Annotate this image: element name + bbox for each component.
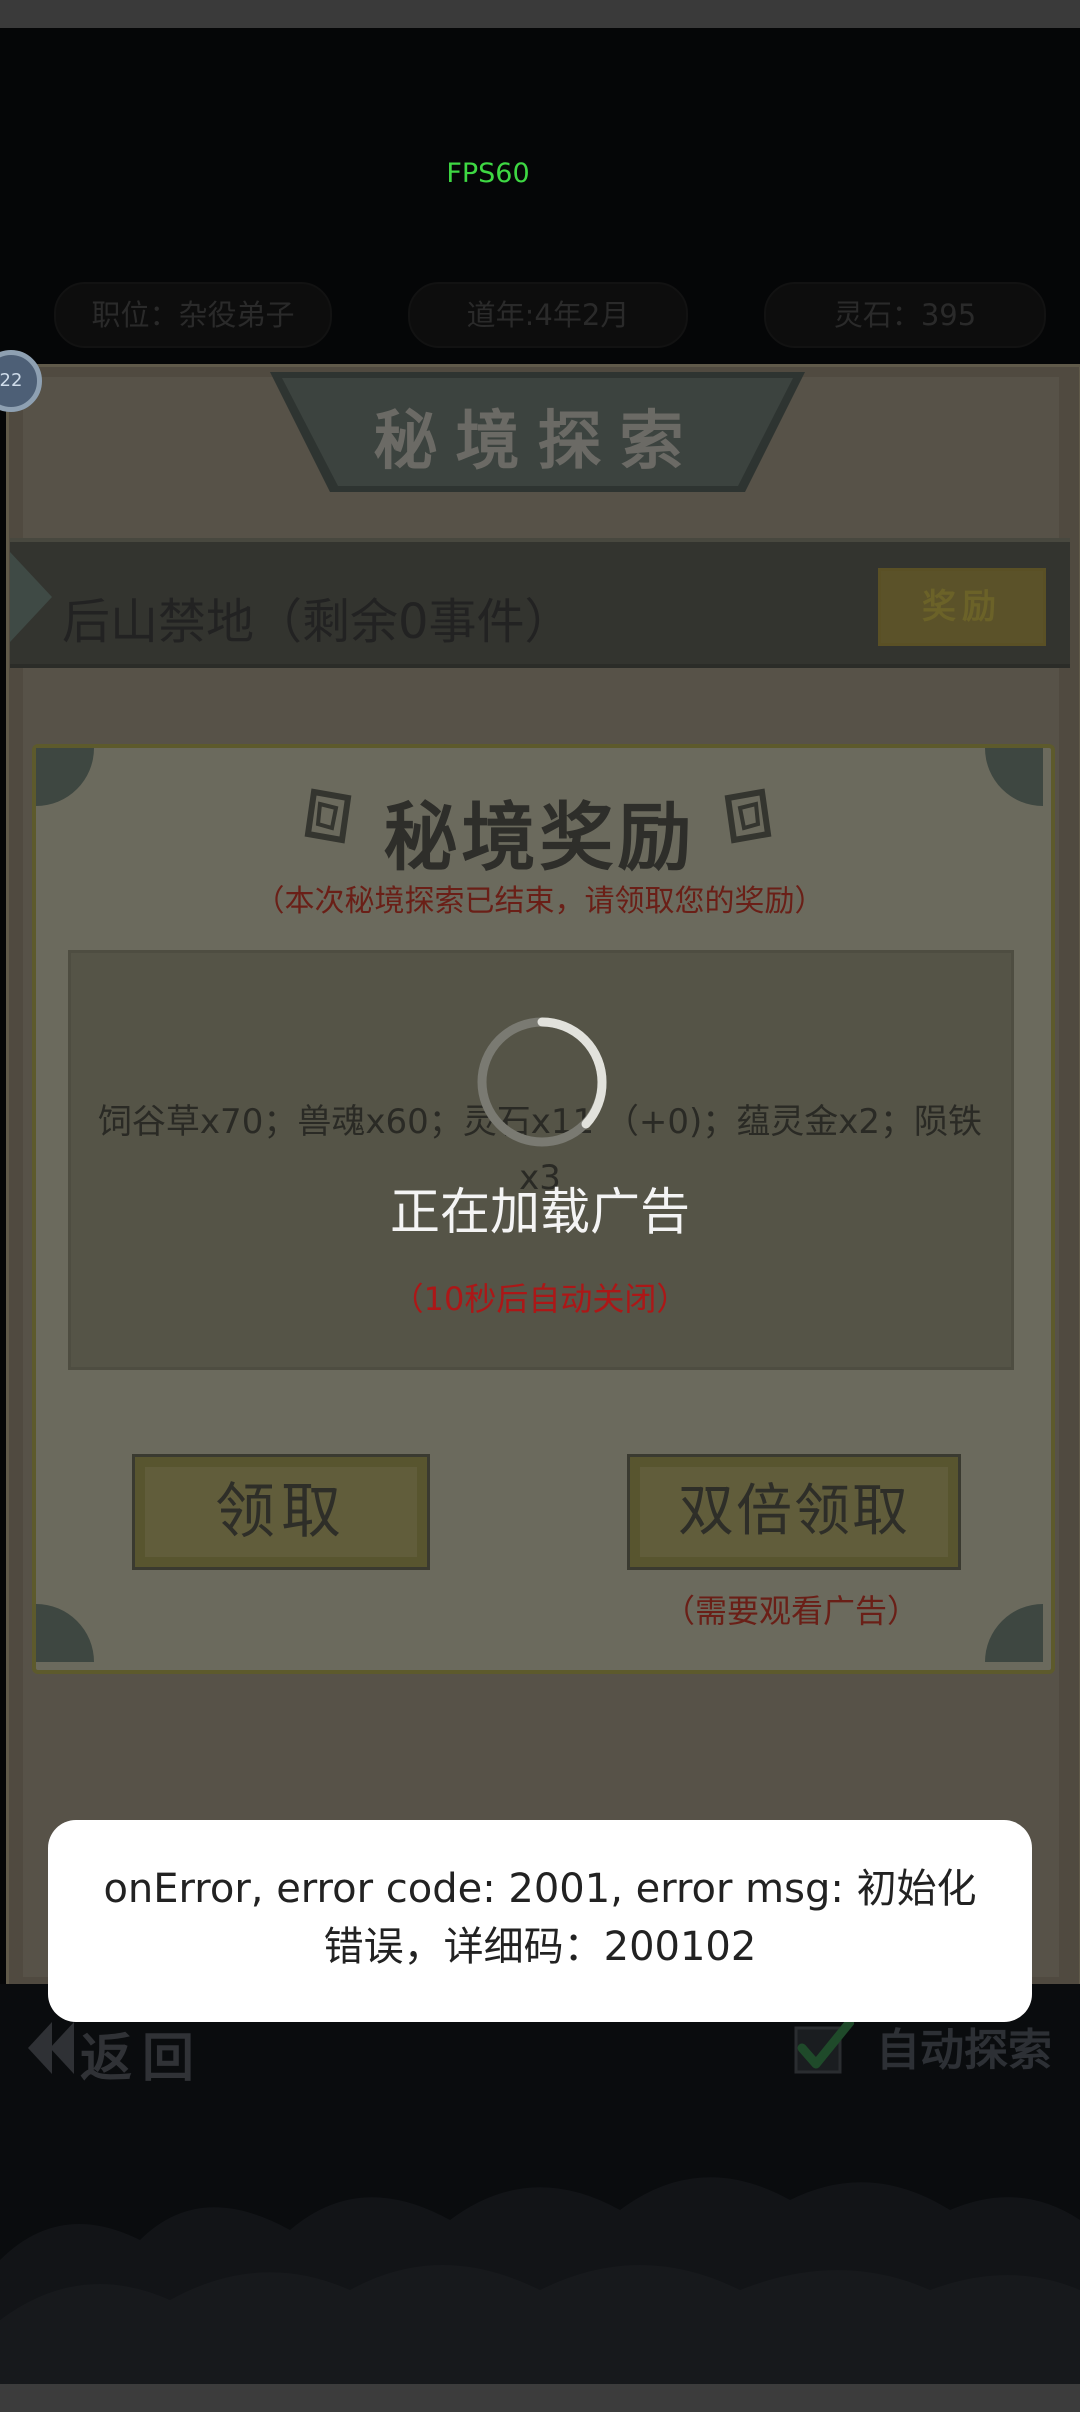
dialog-title: 秘境奖励 [383, 795, 696, 881]
year-stat: 道年:4年2月 [408, 282, 688, 348]
loading-spinner-icon [477, 1017, 607, 1147]
double-claim-button[interactable]: 双倍领取 [627, 1454, 961, 1570]
dialog-subtitle: （本次秘境探索已结束，请领取您的奖励） [254, 884, 825, 919]
cloud-decoration [0, 2177, 1080, 2384]
location-arrow-icon [10, 552, 52, 642]
loading-ad-text: 正在加载广告 [390, 1183, 690, 1241]
error-toast-message: onError, error code: 2001, error msg: 初始… [103, 1866, 977, 1970]
loading-countdown-text: （10秒后自动关闭） [391, 1280, 689, 1318]
claim-button[interactable]: 领取 [132, 1454, 430, 1570]
position-stat: 职位：杂役弟子 [54, 282, 332, 348]
system-bottom-bar [0, 2384, 1080, 2412]
auto-explore-label[interactable]: 自动探索 [876, 2014, 1052, 2078]
auto-explore-checkbox-icon[interactable] [794, 2018, 854, 2074]
page-title: 秘境探索 [373, 404, 702, 479]
spirit-stone-stat: 灵石：395 [764, 282, 1046, 348]
back-button[interactable]: 返回 [80, 2016, 204, 2091]
fps-counter: FPS60 [446, 158, 530, 189]
location-reward-button[interactable]: 奖励 [878, 568, 1046, 646]
double-claim-note: （需要观看广告） [662, 1592, 919, 1630]
location-name: 后山禁地（剩余0事件） [62, 594, 573, 650]
back-arrow-icon[interactable] [28, 2022, 76, 2074]
